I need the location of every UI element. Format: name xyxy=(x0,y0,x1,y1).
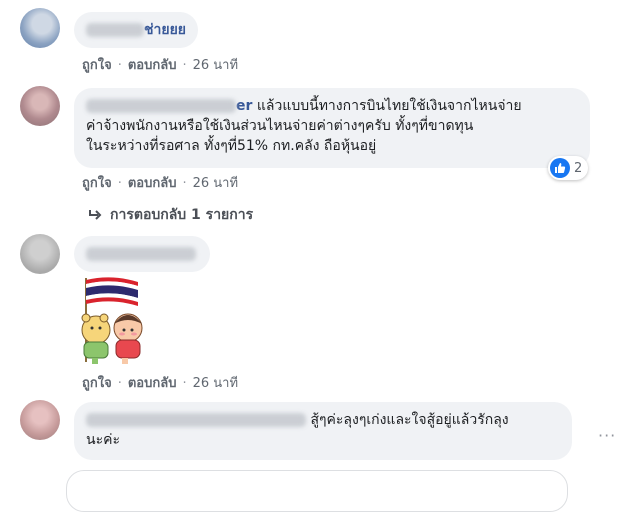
comment-actions: ถูกใจ · ตอบกลับ · 26 นาที xyxy=(82,172,238,193)
comment-actions: ถูกใจ · ตอบกลับ · 26 นาที xyxy=(82,54,238,75)
view-replies-link[interactable]: การตอบกลับ 1 รายการ xyxy=(88,204,253,226)
avatar[interactable] xyxy=(20,8,60,48)
more-options-icon[interactable]: ··· xyxy=(598,426,616,445)
avatar[interactable] xyxy=(20,234,60,274)
reaction-summary[interactable]: 2 xyxy=(548,156,589,180)
separator-dot: · xyxy=(182,376,187,391)
separator-dot: · xyxy=(182,58,187,73)
redacted-name[interactable] xyxy=(86,247,196,261)
separator-dot: · xyxy=(117,176,122,191)
commenter-name[interactable]: er xyxy=(236,98,252,114)
redacted-name[interactable] xyxy=(86,99,236,113)
comment-text-line: นะค่ะ xyxy=(86,432,120,448)
reply-link[interactable]: ตอบกลับ xyxy=(128,376,177,391)
avatar[interactable] xyxy=(20,400,60,440)
reply-arrow-icon xyxy=(89,210,102,220)
like-link[interactable]: ถูกใจ xyxy=(82,58,112,73)
comment-text-line: แล้วแบบนี้ทางการบินไทยใช้เงินจากไหนจ่าย xyxy=(256,98,522,114)
comment-actions: ถูกใจ · ตอบกลับ · 26 นาที xyxy=(82,372,238,393)
timestamp[interactable]: 26 นาที xyxy=(193,58,238,73)
timestamp[interactable]: 26 นาที xyxy=(193,376,238,391)
comment-bubble: er แล้วแบบนี้ทางการบินไทยใช้เงินจากไหนจ่… xyxy=(74,88,590,168)
reply-link[interactable]: ตอบกลับ xyxy=(128,176,177,191)
reply-input[interactable] xyxy=(66,470,568,512)
thumbs-up-icon xyxy=(550,158,570,178)
avatar[interactable] xyxy=(20,86,60,126)
comment-text-line: สู้ๆค่ะลุงๆเก่งและใจสู้อยู่แล้วรักลุง xyxy=(310,412,509,428)
replies-label[interactable]: การตอบกลับ 1 รายการ xyxy=(110,204,253,226)
like-link[interactable]: ถูกใจ xyxy=(82,176,112,191)
reply-link[interactable]: ตอบกลับ xyxy=(128,58,177,73)
redacted-name[interactable] xyxy=(86,413,306,427)
reaction-count: 2 xyxy=(574,160,583,176)
comment-bubble xyxy=(74,236,210,272)
separator-dot: · xyxy=(182,176,187,191)
redacted-name[interactable] xyxy=(86,23,144,37)
commenter-name[interactable]: ช่ายยย xyxy=(144,22,186,38)
thai-flag-sticker[interactable] xyxy=(72,276,160,368)
timestamp[interactable]: 26 นาที xyxy=(193,176,238,191)
comment-bubble: ช่ายยย xyxy=(74,12,198,48)
separator-dot: · xyxy=(117,58,122,73)
comment-bubble: สู้ๆค่ะลุงๆเก่งและใจสู้อยู่แล้วรักลุง นะ… xyxy=(74,402,572,460)
comment-text-line: ค่าจ้างพนักงานหรือใช้เงินส่วนไหนจ่ายค่าต… xyxy=(86,118,474,134)
like-link[interactable]: ถูกใจ xyxy=(82,376,112,391)
comment-text-line: ในระหว่างที่รอศาล ทั้งๆที่51% กท.คลัง ถื… xyxy=(86,138,377,154)
separator-dot: · xyxy=(117,376,122,391)
